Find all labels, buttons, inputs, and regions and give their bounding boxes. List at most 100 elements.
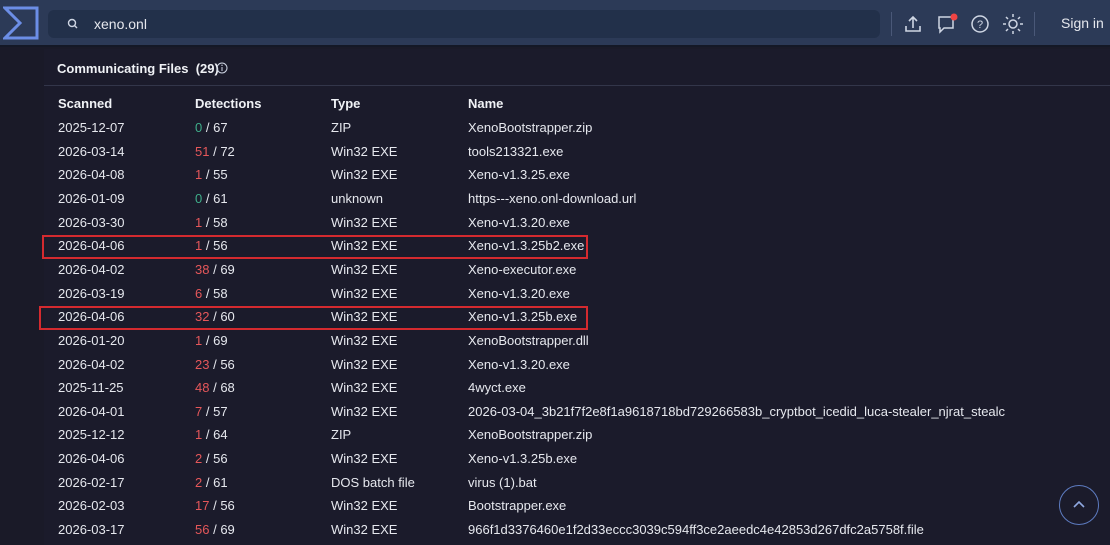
file-name-link[interactable]: Xeno-v1.3.25b.exe: [468, 309, 577, 324]
detections: 0 / 67: [195, 120, 228, 135]
column-header-type[interactable]: Type: [331, 96, 360, 111]
search-input[interactable]: [94, 10, 854, 38]
notifications-icon[interactable]: [936, 13, 958, 35]
scanned-date: 2026-03-30: [58, 214, 125, 230]
detection-count: 0: [195, 120, 203, 135]
help-icon[interactable]: ?: [969, 13, 991, 35]
detection-count: 17: [195, 498, 210, 514]
table-row[interactable]: 2026-04-06 32 / 60 Win32 EXE Xeno-v1.3.2…: [0, 306, 1110, 329]
divider: [1034, 12, 1035, 36]
divider: [44, 85, 1110, 86]
file-name-link[interactable]: XenoBootstrapper.dll: [468, 333, 589, 348]
file-name-link[interactable]: 4wyct.exe: [468, 380, 526, 395]
upload-icon[interactable]: [902, 13, 924, 35]
search-icon: [67, 18, 78, 29]
detections: 1 / 55: [195, 167, 228, 182]
file-type: Win32 EXE: [331, 522, 398, 538]
scanned-date: 2026-03-19: [58, 285, 125, 301]
theme-icon[interactable]: [1002, 13, 1024, 35]
detection-count: 23: [195, 356, 210, 372]
table-row[interactable]: 2026-02-03 17 / 56 Win32 EXE Bootstrappe…: [0, 495, 1110, 518]
file-type: Win32 EXE: [331, 285, 398, 301]
file-name-link[interactable]: Xeno-v1.3.20.exe: [468, 286, 570, 301]
file-type: Win32 EXE: [331, 261, 398, 277]
sign-in-link[interactable]: Sign in: [1061, 15, 1104, 31]
file-name-link[interactable]: Xeno-v1.3.25b2.exe: [468, 238, 584, 253]
file-name-link[interactable]: 2026-03-04_3b21f7f2e8f1a9618718bd7292665…: [468, 404, 1005, 419]
file-name-link[interactable]: https---xeno.onl-download.url: [468, 191, 636, 206]
engine-total: / 56: [213, 498, 235, 514]
table-row[interactable]: 2026-04-01 7 / 57 Win32 EXE 2026-03-04_3…: [0, 401, 1110, 424]
table-row[interactable]: 2026-04-02 38 / 69 Win32 EXE Xeno-execut…: [0, 259, 1110, 282]
detection-count: 48: [195, 380, 210, 396]
detections: 1 / 64: [195, 427, 228, 442]
scanned-date: 2025-12-12: [58, 427, 125, 443]
detections: 51 / 72: [195, 144, 235, 159]
table-row[interactable]: 2026-03-19 6 / 58 Win32 EXE Xeno-v1.3.20…: [0, 283, 1110, 306]
scanned-date: 2026-02-17: [58, 474, 125, 490]
table-row[interactable]: 2026-01-20 1 / 69 Win32 EXE XenoBootstra…: [0, 330, 1110, 353]
detection-count: 2: [195, 474, 203, 490]
file-name-link[interactable]: Xeno-v1.3.25.exe: [468, 167, 570, 182]
scanned-date: 2026-02-03: [58, 498, 125, 514]
detections: 1 / 58: [195, 215, 228, 230]
file-name-link[interactable]: Xeno-v1.3.25b.exe: [468, 451, 577, 466]
scroll-to-top-button[interactable]: [1059, 485, 1099, 525]
file-name-link[interactable]: Bootstrapper.exe: [468, 498, 566, 513]
scanned-date: 2026-04-02: [58, 261, 125, 277]
detections: 2 / 61: [195, 475, 228, 490]
engine-total: / 68: [213, 380, 235, 396]
table-row[interactable]: 2026-03-17 56 / 69 Win32 EXE 966f1d33764…: [0, 519, 1110, 542]
engine-total: / 57: [205, 403, 228, 419]
table-row[interactable]: 2026-04-02 23 / 56 Win32 EXE Xeno-v1.3.2…: [0, 354, 1110, 377]
table-row[interactable]: 2026-02-17 2 / 61 DOS batch file virus (…: [0, 472, 1110, 495]
scanned-date: 2026-04-06: [58, 451, 125, 467]
detection-count: 0: [195, 190, 203, 206]
file-type: DOS batch file: [331, 474, 415, 490]
table-row[interactable]: 2025-12-12 1 / 64 ZIP XenoBootstrapper.z…: [0, 424, 1110, 447]
file-name-link[interactable]: XenoBootstrapper.zip: [468, 427, 592, 442]
detection-count: 38: [195, 261, 210, 277]
table-row[interactable]: 2026-03-14 51 / 72 Win32 EXE tools213321…: [0, 141, 1110, 164]
search-bar[interactable]: [48, 10, 880, 38]
engine-total: / 61: [205, 474, 228, 490]
scanned-date: 2026-04-08: [58, 167, 125, 183]
engine-total: / 55: [205, 167, 228, 183]
scanned-date: 2025-11-25: [58, 380, 124, 396]
detections: 7 / 57: [195, 404, 228, 419]
detections: 2 / 56: [195, 451, 228, 466]
panel-title-text: Communicating Files: [57, 61, 189, 76]
detection-count: 1: [195, 214, 203, 230]
table-row[interactable]: 2025-11-25 48 / 68 Win32 EXE 4wyct.exe: [0, 377, 1110, 400]
file-type: Win32 EXE: [331, 332, 398, 348]
column-header-name[interactable]: Name: [468, 96, 503, 111]
detections: 48 / 68: [195, 380, 235, 395]
detections: 32 / 60: [195, 309, 235, 324]
file-name-link[interactable]: Xeno-v1.3.20.exe: [468, 357, 570, 372]
engine-total: / 56: [205, 238, 228, 254]
table-row[interactable]: 2025-12-07 0 / 67 ZIP XenoBootstrapper.z…: [0, 117, 1110, 140]
file-type: Win32 EXE: [331, 167, 398, 183]
column-header-scanned[interactable]: Scanned: [58, 96, 112, 111]
file-type: Win32 EXE: [331, 238, 398, 254]
panel-title: Communicating Files (29): [57, 61, 219, 76]
info-icon[interactable]: [216, 62, 228, 74]
file-type: Win32 EXE: [331, 214, 398, 230]
file-name-link[interactable]: XenoBootstrapper.zip: [468, 120, 592, 135]
engine-total: / 60: [213, 309, 235, 325]
table-row[interactable]: 2026-01-09 0 / 61 unknown https---xeno.o…: [0, 188, 1110, 211]
table-row[interactable]: 2026-04-06 1 / 56 Win32 EXE Xeno-v1.3.25…: [0, 235, 1110, 258]
table-row[interactable]: 2026-04-08 1 / 55 Win32 EXE Xeno-v1.3.25…: [0, 164, 1110, 187]
detection-count: 32: [195, 309, 210, 325]
table-row[interactable]: 2026-04-06 2 / 56 Win32 EXE Xeno-v1.3.25…: [0, 448, 1110, 471]
file-name-link[interactable]: Xeno-v1.3.20.exe: [468, 215, 570, 230]
file-name-link[interactable]: tools213321.exe: [468, 144, 563, 159]
file-name-link[interactable]: virus (1).bat: [468, 475, 537, 490]
detections: 6 / 58: [195, 286, 228, 301]
column-header-detections[interactable]: Detections: [195, 96, 261, 111]
file-type: ZIP: [331, 120, 352, 135]
file-name-link[interactable]: Xeno-executor.exe: [468, 262, 576, 277]
file-name-link[interactable]: 966f1d3376460e1f2d33eccc3039c594ff3ce2ae…: [468, 522, 924, 537]
virustotal-logo[interactable]: [3, 6, 39, 40]
table-row[interactable]: 2026-03-30 1 / 58 Win32 EXE Xeno-v1.3.20…: [0, 212, 1110, 235]
